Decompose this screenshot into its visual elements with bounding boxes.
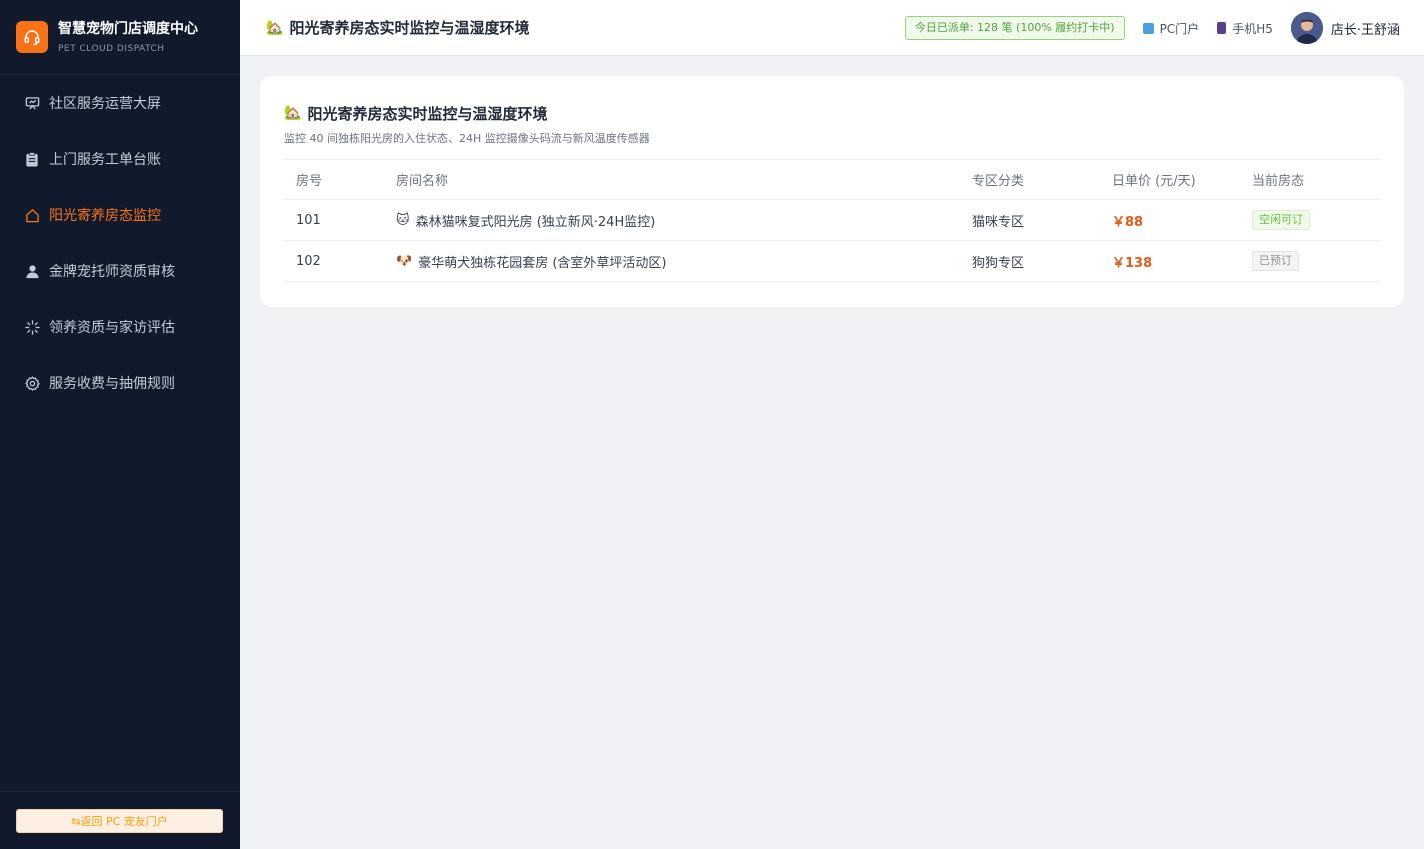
- sidebar-item-work-orders[interactable]: 上门服务工单台账: [0, 131, 240, 187]
- back-to-portal-button[interactable]: ⇆返回 PC 宠友门户: [16, 809, 223, 833]
- pc-portal-label: PC门户: [1159, 21, 1200, 36]
- cat-emoji-icon: 🐱: [396, 212, 410, 228]
- sidebar-item-label: 服务收费与抽佣规则: [49, 376, 175, 392]
- brand-title: 智慧宠物门店调度中心: [58, 21, 198, 37]
- status-cell: 已预订: [1240, 240, 1380, 282]
- column-header-zone: 专区分类: [960, 159, 1100, 200]
- sidebar-item-label: 金牌宠托师资质审核: [49, 264, 175, 280]
- column-header-price: 日单价 (元/天): [1100, 159, 1240, 200]
- room-table: 房号 房间名称 专区分类 日单价 (元/天) 当前房态 101 🐱 森林猫咪复式…: [284, 159, 1380, 282]
- table-row[interactable]: 102 🐶 豪华萌犬独栋花园套房 (含室外草坪活动区) 狗狗专区 ￥138 已预…: [284, 240, 1380, 282]
- price-cell: ￥88: [1100, 199, 1240, 241]
- room-name-text: 森林猫咪复式阳光房 (独立新风·24H监控): [415, 214, 656, 230]
- home-icon: [24, 207, 40, 223]
- sidebar-footer: ⇆返回 PC 宠友门户: [0, 791, 240, 849]
- house-emoji-icon: 🏡: [266, 19, 284, 36]
- sidebar-item-sitter-review[interactable]: 金牌宠托师资质审核: [0, 243, 240, 299]
- sidebar-item-adoption-eval[interactable]: 领养资质与家访评估: [0, 299, 240, 355]
- table-row[interactable]: 101 🐱 森林猫咪复式阳光房 (独立新风·24H监控) 猫咪专区 ￥88 空闲…: [284, 199, 1380, 241]
- phone-icon: [1217, 22, 1227, 34]
- room-name-cell: 🐶 豪华萌犬独栋花园套房 (含室外草坪活动区): [384, 240, 960, 282]
- pc-portal-link[interactable]: PC门户: [1142, 20, 1200, 37]
- dashboard-icon: [24, 95, 40, 111]
- zone-cell: 狗狗专区: [960, 240, 1100, 282]
- column-header-room-no: 房号: [284, 159, 384, 200]
- card-subtitle: 监控 40 间独栋阳光房的入住状态、24H 监控摄像头码流与新风温度传感器: [284, 132, 650, 145]
- brand-subtitle: PET CLOUD DISPATCH: [58, 44, 165, 54]
- loading-icon: [24, 319, 40, 335]
- room-name-cell: 🐱 森林猫咪复式阳光房 (独立新风·24H监控): [384, 199, 960, 241]
- user-name[interactable]: 店长·王舒涵: [1331, 19, 1400, 38]
- header-actions: 今日已派单: 128 笔 (100% 履约打卡中) PC门户 手机H5 店长·王…: [904, 0, 1400, 56]
- house-emoji-icon: 🏡: [284, 105, 302, 121]
- table-header-row: 房号 房间名称 专区分类 日单价 (元/天) 当前房态: [284, 159, 1380, 200]
- sidebar-item-fee-rules[interactable]: 服务收费与抽佣规则: [0, 355, 240, 411]
- page-title-text: 阳光寄养房态实时监控与温湿度环境: [289, 19, 530, 37]
- sidebar-item-label: 社区服务运营大屏: [49, 96, 161, 112]
- room-monitor-card: 🏡 阳光寄养房态实时监控与温湿度环境 监控 40 间独栋阳光房的入住状态、24H…: [260, 76, 1404, 307]
- sidebar-item-label: 阳光寄养房态监控: [49, 208, 161, 224]
- mobile-h5-link[interactable]: 手机H5: [1217, 20, 1273, 37]
- sidebar: 智慧宠物门店调度中心 PET CLOUD DISPATCH 社区服务运营大屏 上…: [0, 0, 240, 849]
- status-badge: 已预订: [1252, 251, 1299, 271]
- gear-icon: [24, 375, 40, 391]
- room-name-text: 豪华萌犬独栋花园套房 (含室外草坪活动区): [418, 255, 667, 271]
- sidebar-item-room-monitor[interactable]: 阳光寄养房态监控: [0, 187, 240, 243]
- dog-emoji-icon: 🐶: [396, 253, 413, 269]
- status-badge: 空闲可订: [1252, 210, 1310, 230]
- brand: 智慧宠物门店调度中心 PET CLOUD DISPATCH: [0, 0, 240, 75]
- top-header: 🏡 阳光寄养房态实时监控与温湿度环境 今日已派单: 128 笔 (100% 履约…: [240, 0, 1424, 56]
- dispatch-count-badge: 今日已派单: 128 笔 (100% 履约打卡中): [904, 16, 1125, 40]
- column-header-room-name: 房间名称: [384, 159, 960, 200]
- user-icon: [24, 263, 40, 279]
- room-no-cell: 102: [284, 240, 384, 282]
- monitor-icon: [1142, 22, 1154, 34]
- card-title: 🏡 阳光寄养房态实时监控与温湿度环境: [284, 102, 1380, 124]
- sidebar-nav: 社区服务运营大屏 上门服务工单台账 阳光寄养房态监控 金牌宠托师资质审核 领养资…: [0, 75, 240, 411]
- page-title: 🏡 阳光寄养房态实时监控与温湿度环境: [266, 17, 529, 38]
- mobile-h5-label: 手机H5: [1232, 21, 1273, 36]
- sidebar-item-label: 上门服务工单台账: [49, 152, 161, 168]
- sidebar-item-ops-dashboard[interactable]: 社区服务运营大屏: [0, 75, 240, 131]
- clipboard-icon: [24, 151, 40, 167]
- sidebar-item-label: 领养资质与家访评估: [49, 320, 175, 336]
- headset-icon: [16, 21, 48, 53]
- column-header-status: 当前房态: [1240, 159, 1380, 200]
- avatar[interactable]: [1290, 12, 1323, 44]
- room-no-cell: 101: [284, 199, 384, 241]
- price-cell: ￥138: [1100, 240, 1240, 282]
- card-title-text: 阳光寄养房态实时监控与温湿度环境: [307, 104, 548, 123]
- status-cell: 空闲可订: [1240, 199, 1380, 241]
- zone-cell: 猫咪专区: [960, 199, 1100, 241]
